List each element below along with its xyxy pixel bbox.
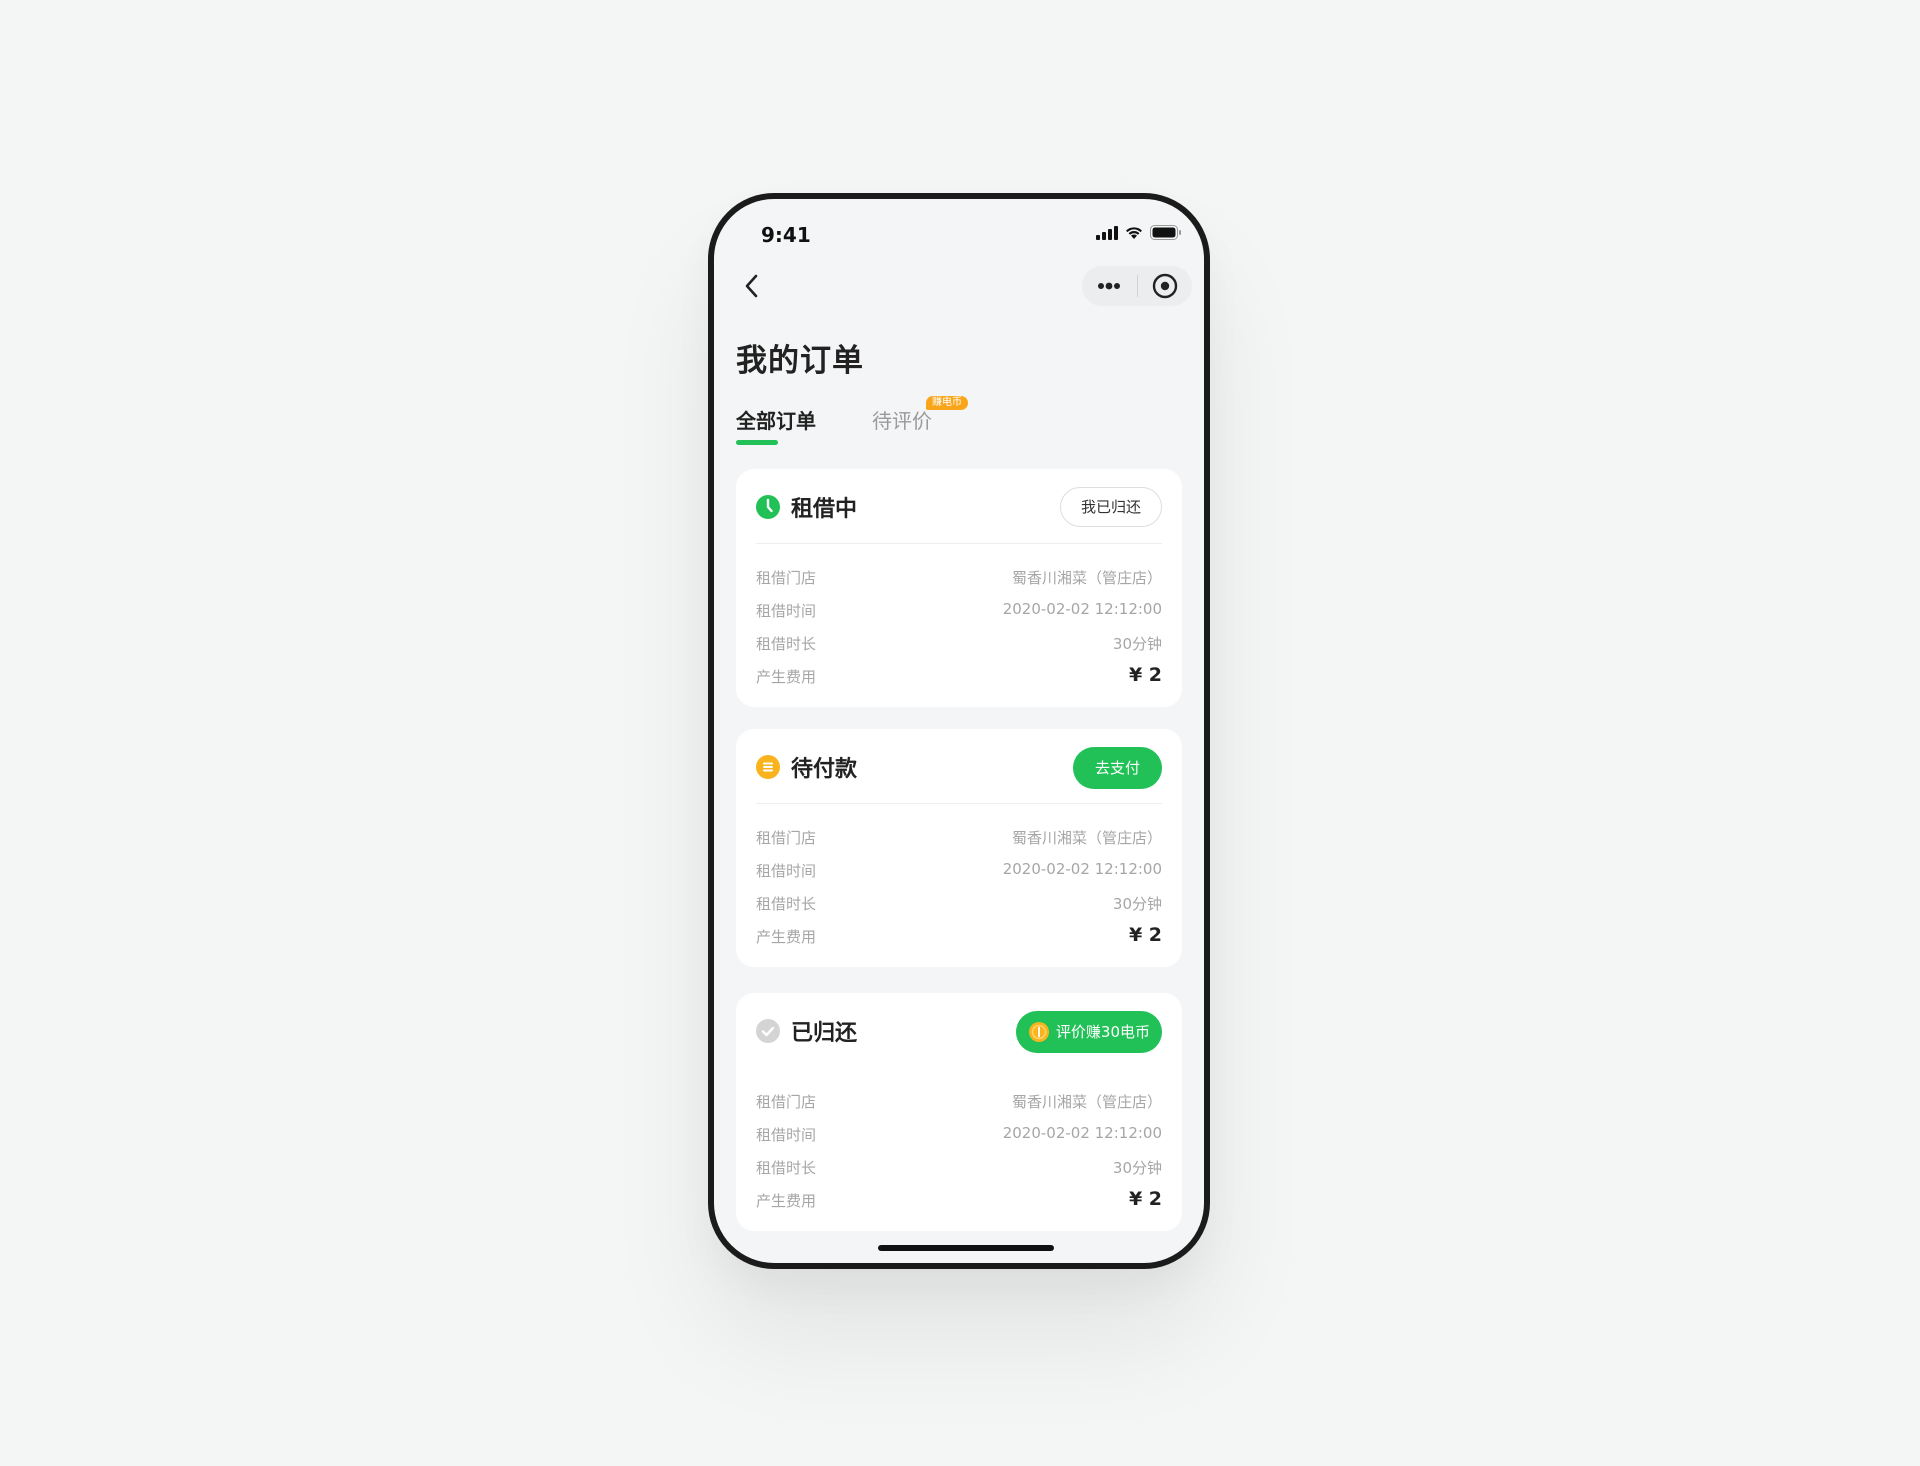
phone-frame: 9:41 我的订单 全部订单 待评价 赚电币 租借中 我已归还 租借门店 蜀香川… bbox=[708, 193, 1210, 1269]
order-details: 租借门店 蜀香川湘菜（管庄店） 租借时间 2020-02-02 12:12:00… bbox=[756, 1091, 1162, 1223]
detail-row-fee: 产生费用 ¥ 2 bbox=[756, 924, 1162, 959]
detail-value: 2020-02-02 12:12:00 bbox=[1002, 860, 1162, 878]
detail-key: 租借时长 bbox=[756, 1159, 817, 1177]
system-icons bbox=[1096, 225, 1182, 240]
detail-row-store: 租借门店 蜀香川湘菜（管庄店） bbox=[756, 1091, 1162, 1124]
check-circle-icon bbox=[756, 1019, 780, 1043]
detail-row-fee: 产生费用 ¥ 2 bbox=[756, 664, 1162, 699]
detail-value: 蜀香川湘菜（管庄店） bbox=[1011, 829, 1162, 847]
returned-button[interactable]: 我已归还 bbox=[1059, 487, 1162, 527]
target-circle-icon bbox=[1152, 273, 1177, 299]
page-title: 我的订单 bbox=[736, 343, 864, 379]
order-status: 租借中 bbox=[791, 497, 858, 522]
detail-row-time: 租借时间 2020-02-02 12:12:00 bbox=[756, 860, 1162, 893]
battery-icon bbox=[1150, 225, 1181, 240]
detail-row-fee: 产生费用 ¥ 2 bbox=[756, 1188, 1162, 1223]
detail-row-duration: 租借时长 30分钟 bbox=[756, 893, 1162, 926]
tab-all-orders[interactable]: 全部订单 bbox=[736, 405, 816, 434]
order-details: 租借门店 蜀香川湘菜（管庄店） 租借时间 2020-02-02 12:12:00… bbox=[756, 567, 1162, 699]
review-reward-label: 评价赚30电币 bbox=[1055, 1023, 1150, 1041]
tab-pending-review[interactable]: 待评价 bbox=[872, 405, 932, 434]
order-card[interactable]: 租借中 我已归还 租借门店 蜀香川湘菜（管庄店） 租借时间 2020-02-02… bbox=[736, 469, 1182, 707]
nav-bar bbox=[714, 261, 1204, 311]
order-tabs: 全部订单 待评价 赚电币 bbox=[736, 396, 1176, 445]
close-button[interactable] bbox=[1138, 266, 1193, 306]
mini-program-capsule bbox=[1082, 266, 1192, 306]
detail-key: 租借时长 bbox=[756, 635, 817, 653]
card-divider bbox=[756, 803, 1162, 804]
coin-icon bbox=[1028, 1022, 1049, 1042]
status-time: 9:41 bbox=[761, 223, 811, 247]
detail-key: 产生费用 bbox=[756, 668, 817, 686]
detail-key: 租借门店 bbox=[756, 569, 817, 587]
more-button[interactable] bbox=[1082, 266, 1137, 306]
detail-value: 蜀香川湘菜（管庄店） bbox=[1011, 569, 1162, 587]
order-card-header: 已归还 评价赚30电币 bbox=[736, 993, 1182, 1067]
detail-value: 30分钟 bbox=[1112, 635, 1162, 653]
pay-button[interactable]: 去支付 bbox=[1072, 747, 1162, 789]
detail-row-store: 租借门店 蜀香川湘菜（管庄店） bbox=[756, 827, 1162, 860]
order-card-header: 租借中 我已归还 bbox=[736, 469, 1182, 543]
detail-row-time: 租借时间 2020-02-02 12:12:00 bbox=[756, 600, 1162, 633]
detail-key: 租借时间 bbox=[756, 862, 817, 880]
canvas: 9:41 我的订单 全部订单 待评价 赚电币 租借中 我已归还 租借门店 蜀香川… bbox=[0, 0, 1920, 1466]
active-tab-indicator bbox=[736, 440, 778, 445]
wifi-icon bbox=[1126, 227, 1142, 239]
detail-key: 产生费用 bbox=[756, 1192, 817, 1210]
detail-value: 30分钟 bbox=[1112, 1159, 1162, 1177]
detail-value: 30分钟 bbox=[1112, 895, 1162, 913]
detail-key: 产生费用 bbox=[756, 928, 817, 946]
fee-value: ¥ 2 bbox=[1128, 664, 1162, 686]
home-indicator bbox=[878, 1245, 1054, 1251]
order-status: 待付款 bbox=[791, 757, 858, 782]
detail-row-time: 租借时间 2020-02-02 12:12:00 bbox=[756, 1124, 1162, 1157]
fee-value: ¥ 2 bbox=[1128, 924, 1162, 946]
coin-list-icon bbox=[756, 755, 780, 779]
detail-key: 租借时间 bbox=[756, 1126, 817, 1144]
detail-value: 蜀香川湘菜（管庄店） bbox=[1011, 1093, 1162, 1111]
reward-badge: 赚电币 bbox=[926, 396, 968, 410]
detail-key: 租借门店 bbox=[756, 829, 817, 847]
more-dots-icon bbox=[1098, 282, 1121, 290]
chevron-left-icon[interactable] bbox=[738, 271, 768, 301]
detail-row-store: 租借门店 蜀香川湘菜（管庄店） bbox=[756, 567, 1162, 600]
order-card[interactable]: 待付款 去支付 租借门店 蜀香川湘菜（管庄店） 租借时间 2020-02-02 … bbox=[736, 729, 1182, 967]
detail-key: 租借门店 bbox=[756, 1093, 817, 1111]
signal-icon bbox=[1096, 225, 1118, 240]
detail-value: 2020-02-02 12:12:00 bbox=[1002, 600, 1162, 618]
detail-row-duration: 租借时长 30分钟 bbox=[756, 633, 1162, 666]
order-card-header: 待付款 去支付 bbox=[736, 729, 1182, 803]
detail-key: 租借时间 bbox=[756, 602, 817, 620]
order-status: 已归还 bbox=[791, 1021, 858, 1046]
fee-value: ¥ 2 bbox=[1128, 1188, 1162, 1210]
order-card[interactable]: 已归还 评价赚30电币 租借门店 蜀香川湘菜（管庄店） 租借时间 2020-02… bbox=[736, 993, 1182, 1231]
status-bar: 9:41 bbox=[714, 199, 1204, 255]
clock-icon bbox=[756, 495, 780, 519]
detail-row-duration: 租借时长 30分钟 bbox=[756, 1157, 1162, 1190]
detail-value: 2020-02-02 12:12:00 bbox=[1002, 1124, 1162, 1142]
card-divider bbox=[756, 543, 1162, 544]
order-details: 租借门店 蜀香川湘菜（管庄店） 租借时间 2020-02-02 12:12:00… bbox=[756, 827, 1162, 959]
detail-key: 租借时长 bbox=[756, 895, 817, 913]
review-reward-button[interactable]: 评价赚30电币 bbox=[1015, 1011, 1162, 1053]
